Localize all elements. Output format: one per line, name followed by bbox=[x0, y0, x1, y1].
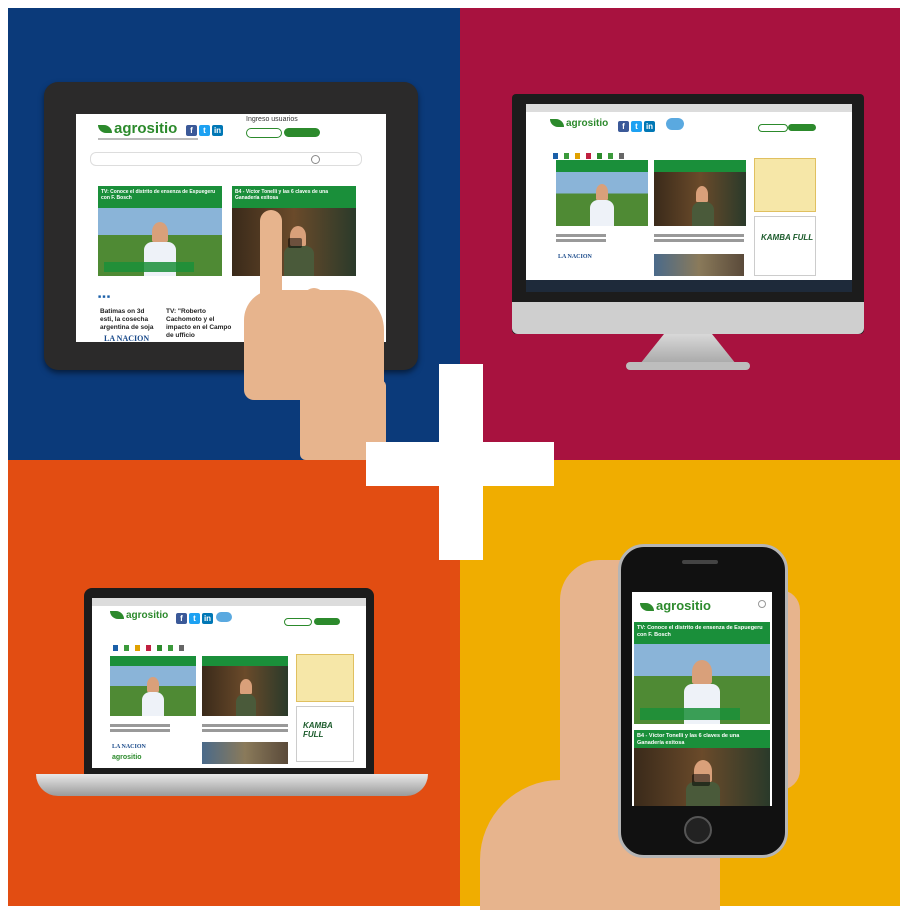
weather-icon[interactable] bbox=[666, 118, 684, 130]
ad-banner-top[interactable] bbox=[754, 158, 816, 212]
site-logo[interactable]: agrositio bbox=[98, 120, 177, 137]
login-title: Ingreso usuarios bbox=[246, 116, 298, 123]
mobile-video-1[interactable] bbox=[634, 644, 770, 724]
twitter-icon[interactable]: t bbox=[199, 125, 210, 137]
home-button[interactable] bbox=[684, 816, 712, 844]
play-icon[interactable] bbox=[692, 774, 710, 786]
play-icon[interactable] bbox=[288, 238, 302, 248]
laptop-screen: agrositio f t in KAMBA FULL LA NACION agro… bbox=[92, 598, 366, 768]
headline-card-1[interactable]: TV: Conoce el distrito de ensenza de Esp… bbox=[98, 186, 222, 208]
site-logo-mobile[interactable]: agrositio bbox=[640, 598, 711, 613]
ad-banner-kamba[interactable]: KAMBA FULL bbox=[754, 216, 816, 276]
mobile-video-2[interactable] bbox=[634, 748, 770, 806]
os-taskbar bbox=[526, 280, 852, 292]
facebook-icon[interactable]: f bbox=[186, 125, 197, 137]
story-title-2[interactable]: TV: "Roberto Cachomoto y el impacto en e… bbox=[166, 308, 232, 340]
video-thumbnail-2[interactable] bbox=[232, 208, 356, 276]
leaf-icon bbox=[98, 125, 112, 134]
story-title-1[interactable]: Batimas on 3d esti, la cosecha argentina… bbox=[100, 308, 158, 332]
main-nav[interactable] bbox=[90, 152, 362, 166]
phone-screen: agrositio TV: Conoce el distrito de ense… bbox=[632, 592, 772, 806]
login-button[interactable] bbox=[284, 128, 320, 137]
mobile-headline-2[interactable]: B4 - Víctor Tonelli y las 6 claves de un… bbox=[634, 730, 770, 748]
mobile-headline-1[interactable]: TV: Conoce el distrito de ensenza de Esp… bbox=[634, 622, 770, 644]
la-nacion-logo: LA NACION bbox=[104, 334, 150, 342]
linkedin-icon[interactable]: in bbox=[212, 125, 223, 137]
browser-tabbar bbox=[526, 104, 852, 112]
plus-sign-horizontal bbox=[366, 442, 554, 486]
register-button[interactable] bbox=[246, 128, 282, 138]
category-nav[interactable] bbox=[550, 146, 750, 159]
menu-icon[interactable] bbox=[758, 600, 766, 608]
video-thumbnail-1[interactable] bbox=[98, 208, 222, 276]
headline-card-2[interactable]: B4 - Víctor Tonelli y las 6 claves de un… bbox=[232, 186, 356, 208]
desktop-screen: agrositio f t in KAMBA FULL LA NACION bbox=[526, 104, 852, 292]
search-icon[interactable] bbox=[311, 155, 320, 164]
